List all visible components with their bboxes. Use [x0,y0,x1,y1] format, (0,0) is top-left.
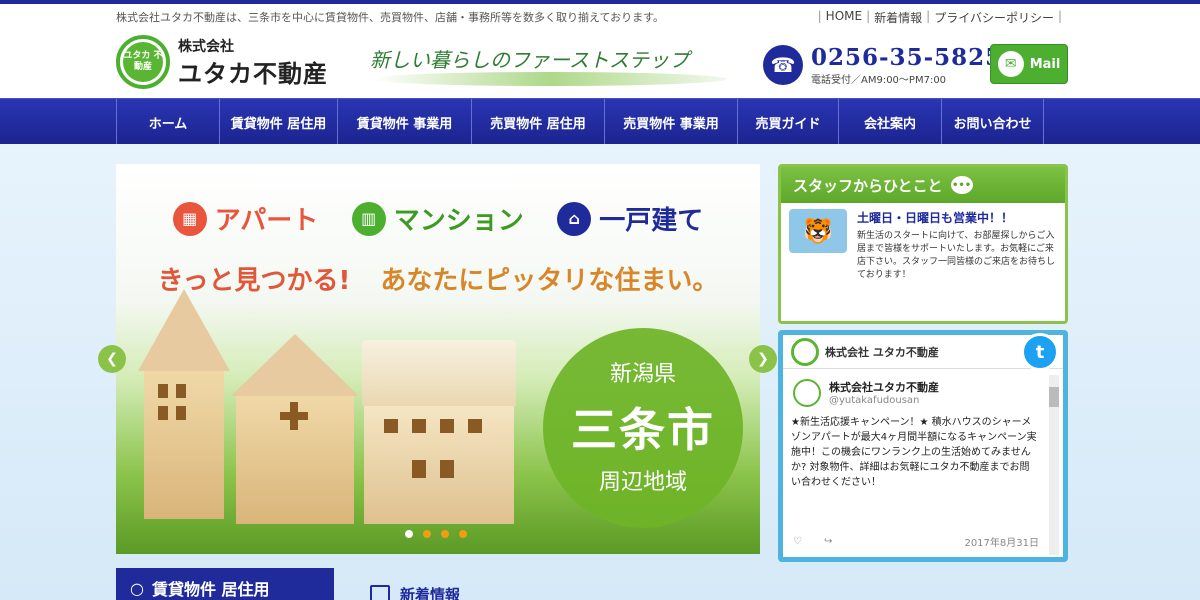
house-icon: ⌂ [557,201,592,236]
category-apartment: ▦ アパート [172,200,319,237]
news-heading: 新着情報 [370,584,460,600]
mascot-image: 🐯 [789,209,847,253]
category-mansion: ▥ マンション [351,200,524,237]
heart-icon[interactable]: ♡ [793,536,802,547]
badge-prefecture: 新潟県 [609,362,676,387]
site-logo[interactable]: ユタカ 不動産 株式会社 ユタカ不動産 [116,35,328,89]
share-icon[interactable]: ↪ [824,536,832,547]
site-tagline: 株式会社ユタカ不動産は、三条市を中心に賃貸物件、売買物件、店舗・事務所等を数多く… [116,11,665,24]
rent-residential-heading[interactable]: ○ 賃貸物件 居住用 [116,568,334,600]
category-house: ⌂ 一戸建て [557,200,703,237]
logo-mark: ユタカ 不動産 [116,35,170,89]
logo-company-name: ユタカ不動産 [178,59,328,88]
chevron-left-icon: ❮ [106,351,118,367]
hero-slider: ▦ アパート ▥ マンション ⌂ 一戸建て きっと見つかる! あなたにピッタリな住… [116,164,760,554]
slider-dot-2[interactable] [423,530,431,538]
apartment-icon: ▦ [172,201,207,236]
phone-number: 0256-35-5825 [811,44,1003,71]
badge-city: 三条市 [571,403,715,457]
slider-dot-1[interactable] [405,530,413,538]
top-links: | HOME | 新着情報 | プライバシーポリシー | [817,9,1062,26]
main-nav: ホーム 賃貸物件 居住用 賃貸物件 事業用 売買物件 居住用 売買物件 事業用 … [0,98,1200,145]
slider-dot-4[interactable] [459,530,467,538]
slider-prev-button[interactable]: ❮ [98,345,126,373]
category-house-label: 一戸建て [599,206,704,236]
nav-item-sale-residential[interactable]: 売買物件 居住用 [471,99,604,145]
toplink-privacy[interactable]: プライバシーポリシー [934,9,1054,26]
mail-icon: ✉ [997,51,1024,77]
tweet-author-avatar [793,379,821,407]
twitter-bird-icon[interactable]: t [1021,333,1059,371]
category-mansion-label: マンション [393,206,524,236]
twitter-widget-title: 株式会社 ユタカ不動産 [825,345,939,359]
nav-item-contact[interactable]: お問い合わせ [941,99,1044,145]
tweet-author[interactable]: 株式会社ユタカ不動産 @yutakafudousan [783,369,1063,407]
tweet-text: ★新生活応援キャンペーン！★ 積水ハウスのシャーメゾンアパートが最大4ヶ月間半額… [791,417,1037,488]
toplink-news[interactable]: 新着情報 [874,9,922,26]
nav-item-sale-business[interactable]: 売買物件 事業用 [604,99,737,145]
staff-message-heading: スタッフからひとこと ••• [781,167,1065,203]
company-avatar [791,337,819,366]
slider-pagination [405,530,467,538]
nav-item-rent-business[interactable]: 賃貸物件 事業用 [337,99,471,145]
speech-bubble-icon: ••• [950,176,973,194]
staff-heading-label: スタッフからひとこと [793,176,943,195]
category-apartment-label: アパート [214,206,319,236]
news-icon [370,584,390,600]
staff-message-title: 土曜日・日曜日も営業中！！ [857,211,1014,225]
nav-item-rent-residential[interactable]: 賃貸物件 居住用 [219,99,337,145]
area-badge: 新潟県 三条市 周辺地域 [543,328,743,528]
mail-button[interactable]: ✉ Mail [990,44,1068,84]
twitter-widget: 株式会社 ユタカ不動産 t 株式会社ユタカ不動産 @yutakafudousan… [778,330,1068,562]
rent-residential-label: 賃貸物件 居住用 [151,580,270,599]
staff-message-box: スタッフからひとこと ••• 🐯 土曜日・日曜日も営業中！！ 新生活のスタートに… [778,164,1068,324]
logo-mark-text: ユタカ 不動産 [123,42,163,82]
tweet-date[interactable]: 2017年8月31日 [964,534,1039,549]
tweet-author-handle: @yutakafudousan [829,395,920,406]
slogan-part-b: あなたにピッタリな住まい。 [380,266,719,296]
nav-item-sale-guide[interactable]: 売買ガイド [737,99,838,145]
chevron-right-icon: ❯ [757,351,769,367]
phone-hours: 電話受付／AM9:00～PM7:00 [811,75,947,86]
search-icon: ○ [130,578,144,598]
catch-underline-decoration [372,72,727,86]
slider-next-button[interactable]: ❯ [749,345,777,373]
staff-message-text: 新生活のスタートに向けて、お部屋探しからご入居まで皆様をサポートいたします。お気… [857,231,1056,280]
phone-contact[interactable]: ☎ 0256-35-5825 電話受付／AM9:00～PM7:00 [763,44,1002,86]
slider-dot-3[interactable] [441,530,449,538]
news-heading-label: 新着情報 [400,586,461,600]
tweet-author-name: 株式会社ユタカ不動産 [829,381,939,394]
logo-company-prefix: 株式会社 [178,38,234,55]
twitter-scrollbar[interactable] [1049,375,1059,555]
badge-area: 周辺地域 [598,470,687,495]
nav-item-company[interactable]: 会社案内 [838,99,941,145]
catch-copy: 新しい暮らしのファーストステップ [370,48,689,72]
mail-button-label: Mail [1029,56,1061,72]
top-accent-bar [0,0,1200,4]
phone-icon: ☎ [763,45,803,85]
nav-item-home[interactable]: ホーム [116,99,219,145]
toplink-home[interactable]: HOME [826,9,862,26]
mansion-icon: ▥ [351,201,386,236]
tweet-actions: ♡ ↪ 2017年8月31日 [793,534,1039,549]
